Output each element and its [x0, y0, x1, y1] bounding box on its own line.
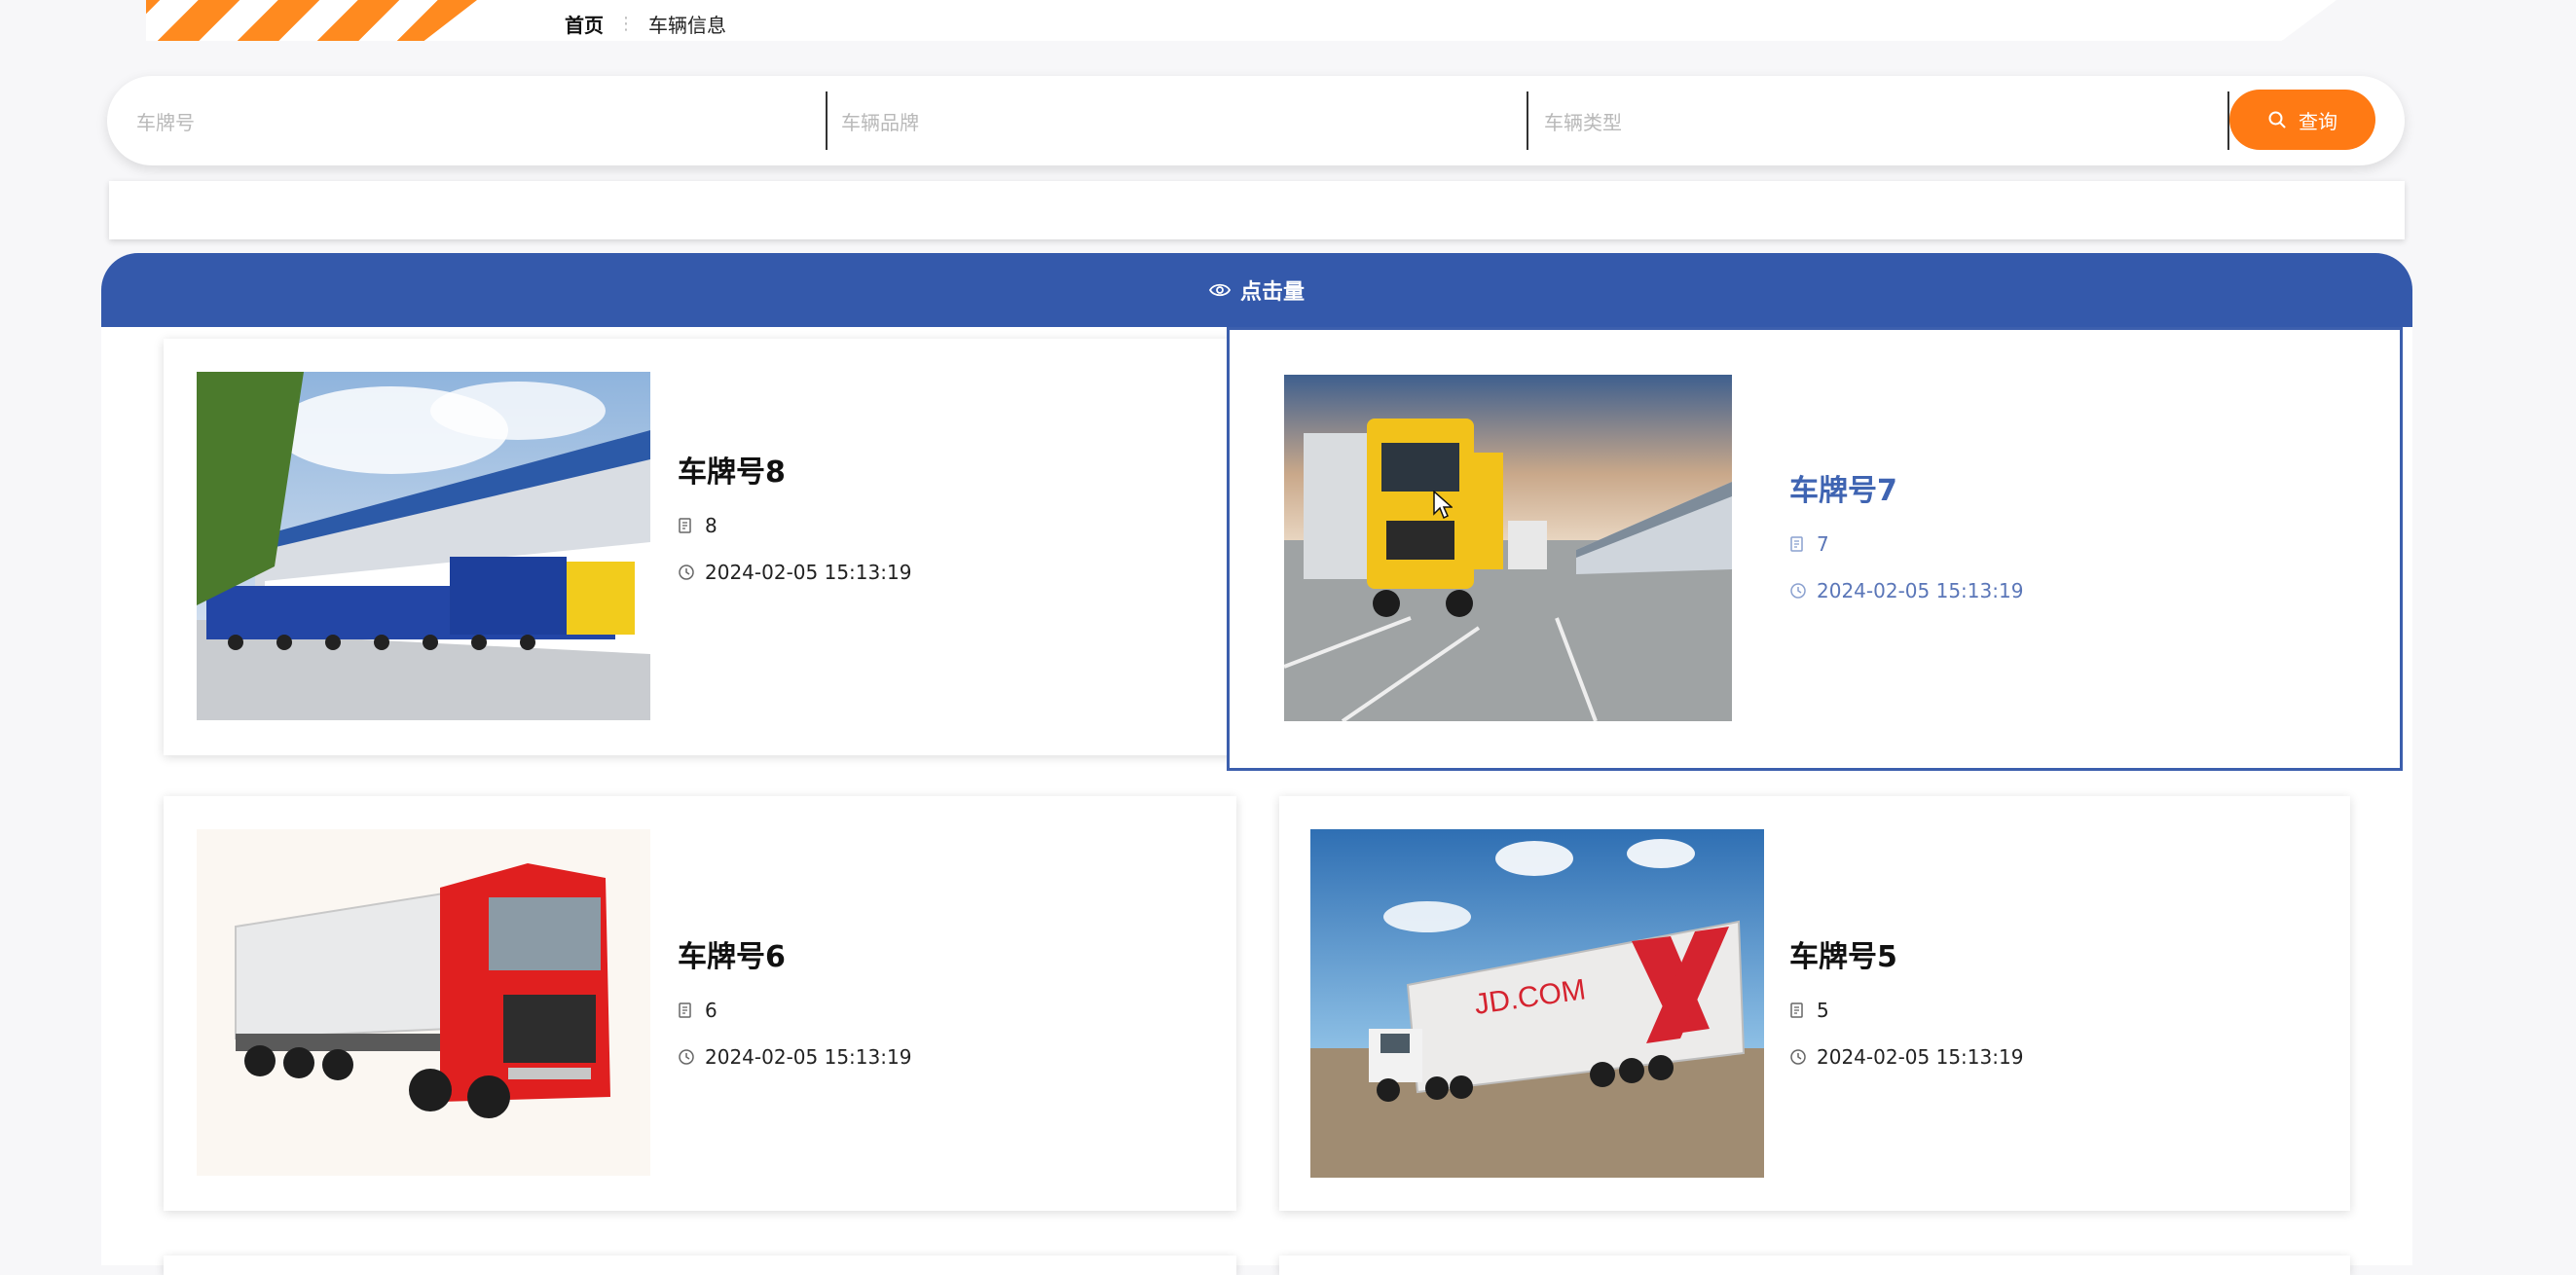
clock-icon [678, 564, 695, 581]
vehicle-card-info: 车牌号8 8 2024-02-05 15:13:19 [678, 448, 911, 584]
breadcrumb-current: 车辆信息 [648, 14, 726, 37]
click-count-value: 5 [1817, 999, 1829, 1022]
vehicle-image-warehouse-trucks [197, 372, 650, 720]
publish-time: 2024-02-05 15:13:19 [1789, 1045, 2023, 1069]
vehicle-card-partial[interactable] [1279, 1256, 2350, 1275]
vehicle-type-input[interactable]: 车辆类型 [1528, 91, 2231, 150]
top-breadcrumb-bar: 首页 ⋮ 车辆信息 [146, 0, 2337, 41]
publish-time-value: 2024-02-05 15:13:19 [705, 1045, 912, 1069]
vehicle-image-red-truck [197, 829, 650, 1176]
filter-strip [109, 181, 2405, 239]
eye-icon [1208, 282, 1231, 298]
breadcrumb-home-link[interactable]: 首页 [565, 10, 604, 38]
vehicle-card-info: 车牌号5 5 2024-02-05 15:13:19 [1789, 932, 2023, 1069]
plate-number-input[interactable]: 车牌号 [107, 91, 826, 150]
vehicle-plate-title: 车牌号6 [678, 940, 786, 974]
vehicle-image-jd-truck: JD.COM [1310, 829, 1764, 1178]
search-icon [2267, 110, 2287, 129]
document-icon [1789, 535, 1807, 553]
publish-time-value: 2024-02-05 15:13:19 [1817, 1045, 2024, 1069]
search-button-label: 查询 [2299, 109, 2337, 133]
vehicle-card-info: 车牌号6 6 2024-02-05 15:13:19 [678, 932, 911, 1069]
click-count-value: 8 [705, 514, 718, 537]
click-count-value: 7 [1817, 532, 1829, 556]
click-count: 7 [1789, 532, 2023, 556]
breadcrumb: 首页 ⋮ 车辆信息 [565, 10, 726, 38]
vehicle-card[interactable]: 车牌号7 7 2024-02-05 15:13:19 [1227, 327, 2403, 771]
click-count: 5 [1789, 999, 2023, 1022]
document-icon [678, 517, 695, 534]
vehicle-brand-input[interactable]: 车辆品牌 [826, 91, 1528, 150]
vehicle-plate-title: 车牌号5 [1789, 940, 1897, 974]
publish-time-value: 2024-02-05 15:13:19 [705, 561, 912, 584]
vehicle-card[interactable]: JD.COM 车牌号5 5 2024-02-05 15:13:19 [1279, 796, 2350, 1211]
click-count: 8 [678, 514, 911, 537]
breadcrumb-separator-icon: ⋮ [617, 14, 635, 34]
vehicle-plate-title: 车牌号7 [1789, 474, 1897, 508]
document-icon [1789, 1002, 1807, 1019]
sort-by-clicks-header[interactable]: 点击量 [101, 253, 2412, 327]
search-bar: 车牌号 车辆品牌 车辆类型 查询 [107, 76, 2405, 165]
publish-time: 2024-02-05 15:13:19 [678, 561, 911, 584]
search-button[interactable]: 查询 [2229, 90, 2375, 150]
vehicle-card[interactable]: 车牌号8 8 2024-02-05 15:13:19 [164, 339, 1236, 755]
document-icon [678, 1002, 695, 1019]
decorative-stripes [146, 0, 477, 41]
vehicle-list-panel: 点击量 车牌号8 8 2024-02-05 15:13:19 车牌号7 7 20… [101, 253, 2412, 1265]
click-count-value: 6 [705, 999, 718, 1022]
publish-time-value: 2024-02-05 15:13:19 [1817, 579, 2024, 602]
mouse-cursor-icon [1433, 491, 1453, 520]
clock-icon [1789, 1048, 1807, 1066]
publish-time: 2024-02-05 15:13:19 [1789, 579, 2023, 602]
vehicle-card-info: 车牌号7 7 2024-02-05 15:13:19 [1789, 466, 2023, 602]
click-count: 6 [678, 999, 911, 1022]
vehicle-card[interactable]: 车牌号6 6 2024-02-05 15:13:19 [164, 796, 1236, 1211]
clock-icon [678, 1048, 695, 1066]
vehicle-card-partial[interactable] [164, 1256, 1236, 1275]
vehicle-plate-title: 车牌号8 [678, 455, 786, 490]
publish-time: 2024-02-05 15:13:19 [678, 1045, 911, 1069]
sort-by-clicks-label: 点击量 [1239, 280, 1305, 305]
vehicle-image-yellow-truck [1284, 375, 1732, 721]
clock-icon [1789, 582, 1807, 600]
